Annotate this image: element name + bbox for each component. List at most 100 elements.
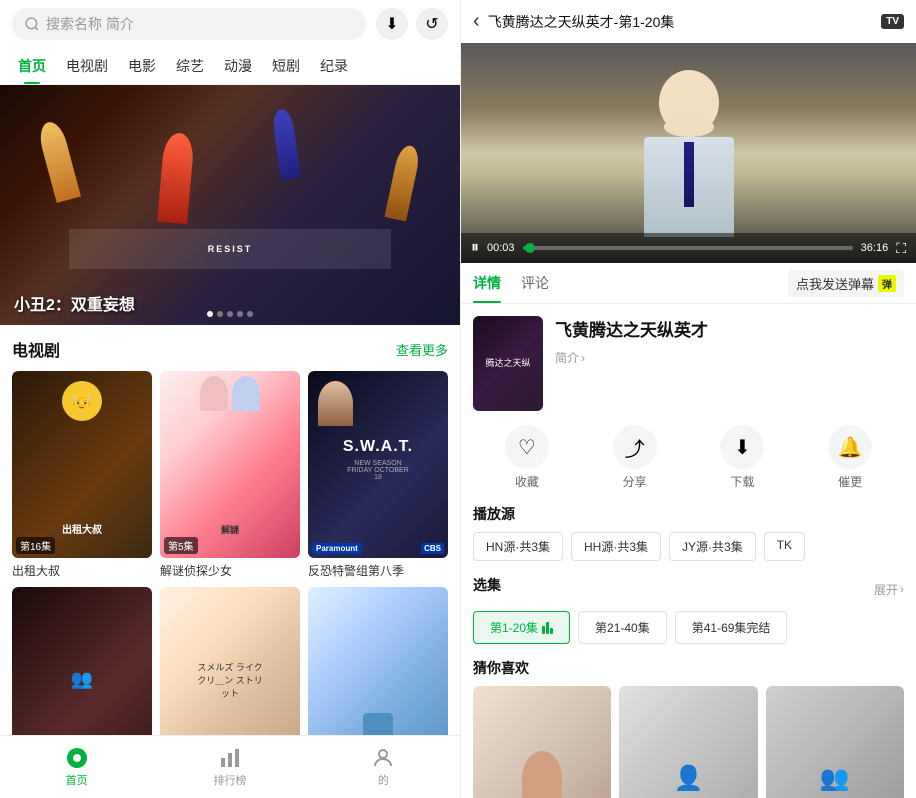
bar-icon <box>542 622 553 634</box>
download-label: 下载 <box>730 473 754 490</box>
drama-card-6[interactable] <box>308 587 448 735</box>
download-icon: ⬇ <box>720 425 764 469</box>
drama-section-header: 电视剧 查看更多 <box>12 337 448 361</box>
drama-cbs-badge: CBS <box>421 543 444 554</box>
source-hn[interactable]: HN源·共3集 <box>473 532 563 561</box>
right-content: 腾达之天纵 飞黄腾达之天纵英才 简介 › ♡ 收藏 ⤴ 分享 ⬇ 下 <box>461 304 916 798</box>
drama-badge-2: 第5集 <box>164 537 198 554</box>
drama-card-5[interactable]: スメルズ ライククリ＿ン ストリット <box>160 587 300 735</box>
fullscreen-button[interactable]: ⛶ <box>896 240 906 257</box>
tab-home[interactable]: 首页 <box>8 48 56 84</box>
source-tk[interactable]: TK <box>764 532 805 561</box>
show-brief-button[interactable]: 简介 › <box>555 349 904 366</box>
tab-variety[interactable]: 综艺 <box>166 48 214 84</box>
drama-thumb-6 <box>308 587 448 735</box>
bottom-nav-home[interactable]: 首页 <box>0 742 153 792</box>
search-placeholder: 搜索名称 简介 <box>46 14 134 34</box>
home-icon <box>65 746 89 770</box>
tab-anime[interactable]: 动漫 <box>214 48 262 84</box>
drama-thumb-1: 👴 出租大叔 第16集 <box>12 371 152 558</box>
history-icon-btn[interactable]: ↺ <box>416 8 448 40</box>
progress-bar[interactable] <box>523 246 853 250</box>
hero-dot-3[interactable] <box>227 311 233 317</box>
bottom-nav-rank[interactable]: 排行榜 <box>153 742 306 792</box>
profile-icon <box>371 746 395 770</box>
drama-card-3[interactable]: S.W.A.T. NEW SEASON FRIDAY OCTOBER 18 CB… <box>308 371 448 579</box>
episode-tag-2[interactable]: 第21-40集 <box>578 611 667 644</box>
drama-name-1: 出租大叔 <box>12 562 152 579</box>
share-label: 分享 <box>623 473 647 490</box>
search-icon <box>24 16 40 32</box>
bell-icon: 🔔 <box>828 425 872 469</box>
episode-label: 选集 <box>473 575 501 595</box>
bottom-nav-home-label: 首页 <box>66 772 88 788</box>
drama-section: 电视剧 查看更多 👴 出租大叔 第16集 出租大叔 <box>0 325 460 735</box>
show-title: 飞黄腾达之天纵英才 <box>555 316 904 341</box>
drama-thumb-4: 👥 <box>12 587 152 735</box>
favorite-button[interactable]: ♡ 收藏 <box>473 425 581 490</box>
hero-dot-1[interactable] <box>207 311 213 317</box>
drama-card-2[interactable]: 解謎 第5集 解谜侦探少女 <box>160 371 300 579</box>
rank-icon <box>218 746 242 770</box>
share-button[interactable]: ⤴ 分享 <box>581 425 689 490</box>
recommend-grid: 👤 👥 <box>473 686 904 798</box>
source-label: 播放源 <box>473 504 904 524</box>
tab-doc[interactable]: 纪录 <box>310 48 358 84</box>
left-panel: 搜索名称 简介 ⬇ ↺ 首页 电视剧 电影 综艺 动漫 短剧 纪录 <box>0 0 460 798</box>
recommend-label: 猜你喜欢 <box>473 658 904 678</box>
drama-card-4[interactable]: 👥 <box>12 587 152 735</box>
download-icon-btn[interactable]: ⬇ <box>376 8 408 40</box>
hero-title: 小丑2：双重妄想 <box>14 291 135 315</box>
drama-thumb-3: S.W.A.T. NEW SEASON FRIDAY OCTOBER 18 CB… <box>308 371 448 558</box>
video-header: ‹ 飞黄腾达之天纵英才-第1-20集 TV <box>461 0 916 43</box>
hero-dot-5[interactable] <box>247 311 253 317</box>
favorite-label: 收藏 <box>515 473 539 490</box>
download-button[interactable]: ⬇ 下载 <box>689 425 797 490</box>
drama-badge-1: 第16集 <box>16 537 55 554</box>
more-button[interactable]: 🔔 催更 <box>796 425 904 490</box>
bullet-label: 点我发送弹幕 <box>796 274 874 293</box>
episode-tag-3[interactable]: 第41-69集完结 <box>675 611 788 644</box>
hero-dot-2[interactable] <box>217 311 223 317</box>
hero-dot-4[interactable] <box>237 311 243 317</box>
video-player[interactable]: ⏸ 00:03 36:16 ⛶ <box>461 43 916 263</box>
hero-image: RESIST 小丑2：双重妄想 <box>0 85 460 325</box>
source-jy[interactable]: JY源·共3集 <box>669 532 756 561</box>
tab-movie[interactable]: 电影 <box>118 48 166 84</box>
drama-card-1[interactable]: 👴 出租大叔 第16集 出租大叔 <box>12 371 152 579</box>
tab-tv[interactable]: 电视剧 <box>56 48 118 84</box>
chevron-down-icon: › <box>900 582 904 596</box>
source-section: 播放源 HN源·共3集 HH源·共3集 JY源·共3集 TK <box>473 504 904 561</box>
video-content <box>461 43 916 263</box>
current-time: 00:03 <box>487 242 515 254</box>
source-hh[interactable]: HH源·共3集 <box>571 532 661 561</box>
episode-header: 选集 展开 › <box>473 575 904 603</box>
bottom-nav: 首页 排行榜 的 <box>0 735 460 798</box>
hero-banner[interactable]: RESIST 小丑2：双重妄想 <box>0 85 460 325</box>
bottom-nav-me-label: 的 <box>378 772 389 788</box>
episode-1-label: 第1-20集 <box>490 619 538 636</box>
expand-button[interactable]: 展开 › <box>874 581 904 598</box>
episode-tags: 第1-20集 第21-40集 第41-69集完结 <box>473 611 904 644</box>
episode-tag-1[interactable]: 第1-20集 <box>473 611 570 644</box>
tab-detail[interactable]: 详情 <box>473 263 501 303</box>
action-buttons: ♡ 收藏 ⤴ 分享 ⬇ 下载 🔔 催更 <box>473 425 904 490</box>
bottom-nav-me[interactable]: 的 <box>307 742 460 792</box>
recommend-card-1[interactable] <box>473 686 611 798</box>
recommend-thumb-3: 👥 <box>766 686 904 798</box>
recommend-card-3[interactable]: 👥 <box>766 686 904 798</box>
recommend-card-2[interactable]: 👤 <box>619 686 757 798</box>
left-content: RESIST 小丑2：双重妄想 电视剧 查看更多 <box>0 85 460 735</box>
tab-comment[interactable]: 评论 <box>521 263 549 303</box>
bullet-button[interactable]: 点我发送弹幕 弹 <box>788 270 904 297</box>
drama-name-3: 反恐特警组第八季 <box>308 562 448 579</box>
search-input-wrap[interactable]: 搜索名称 简介 <box>12 8 366 40</box>
bullet-icon: 弹 <box>878 275 896 292</box>
tv-badge: TV <box>881 14 904 29</box>
tab-short[interactable]: 短剧 <box>262 48 310 84</box>
drama-section-more[interactable]: 查看更多 <box>396 340 448 359</box>
chevron-right-icon: › <box>581 351 585 365</box>
pause-button[interactable]: ⏸ <box>471 239 479 257</box>
back-button[interactable]: ‹ <box>473 10 480 33</box>
progress-dot <box>525 243 535 253</box>
